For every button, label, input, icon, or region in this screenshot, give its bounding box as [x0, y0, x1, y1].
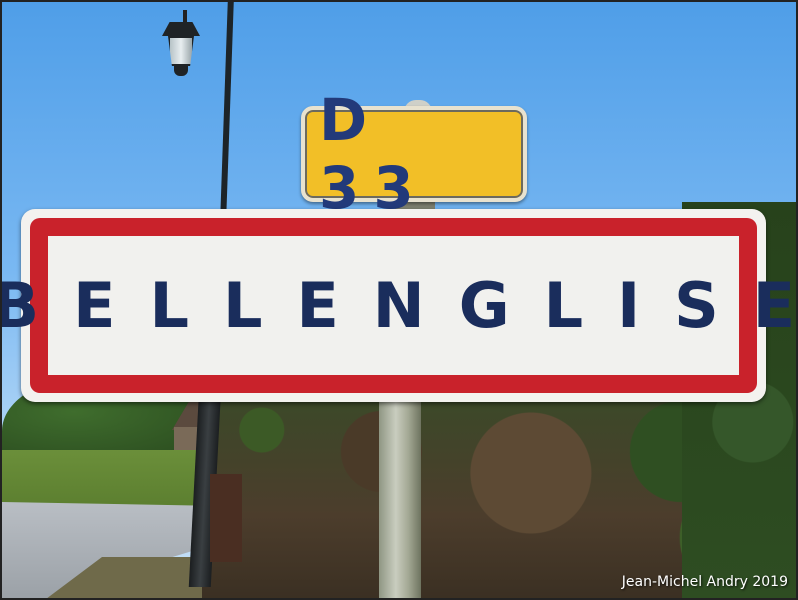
town-entry-sign: BELLENGLISE	[2, 209, 795, 402]
sign-post	[379, 397, 421, 598]
lamp-cap	[162, 22, 200, 36]
lamp-base	[174, 66, 188, 76]
photo-frame: D 33 BELLENGLISE Jean-Michel Andry 2019	[0, 0, 798, 600]
lamp-glass	[168, 36, 194, 66]
photo-watermark: Jean-Michel Andry 2019	[621, 574, 788, 590]
route-sign-text: D 33	[319, 86, 428, 222]
street-lamp	[162, 22, 200, 77]
route-sign: D 33	[301, 86, 527, 222]
town-name: BELLENGLISE	[0, 269, 798, 342]
wooden-post	[210, 474, 242, 562]
town-sign-border: BELLENGLISE	[2, 218, 795, 393]
